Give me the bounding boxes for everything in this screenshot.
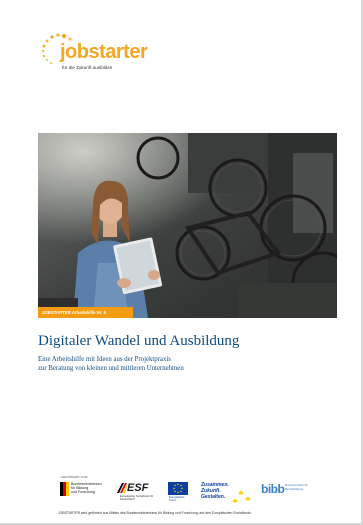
star-arc-icon — [232, 490, 251, 503]
bibb-wordmark: bibb — [261, 482, 285, 496]
bike-workshop-image — [38, 133, 337, 318]
subtitle-line: Eine Arbeitshilfe mit Ideen aus der Proj… — [38, 356, 171, 363]
esf-subtitle: Europäischer Sozialfonds für Deutschland — [120, 495, 154, 501]
series-badge: JOBSTARTER Arbeitshilfe Nr. 6 — [38, 307, 133, 318]
bmbf-line: und Forschung — [71, 490, 95, 494]
zusammen-line: Gestalten. — [201, 494, 226, 500]
funded-by-label: GEFÖRDERT VOM — [61, 475, 88, 479]
eu-line: Union — [169, 498, 177, 503]
jobstarter-logo: jobstarter für die Zukunft ausbilden — [38, 30, 148, 76]
document-page: jobstarter für die Zukunft ausbilden JOB… — [0, 0, 363, 525]
esf-logo: ESF Europäischer Sozialfonds für Deutsch… — [117, 482, 163, 504]
funding-footnote: JOBSTARTER wird gefördert aus Mitteln de… — [58, 511, 252, 515]
eu-flag-icon — [168, 482, 188, 495]
bibb-line: Berufsbildung — [285, 486, 304, 491]
esf-stripes-icon — [117, 483, 127, 493]
logo-tagline: für die Zukunft ausbilden — [62, 65, 113, 70]
subtitle-line: zur Beratung von kleinen und mittleren U… — [38, 365, 184, 372]
zusammen-logo: Zusammen. Zukunft. Gestalten. — [201, 482, 256, 508]
document-subtitle: Eine Arbeitshilfe mit Ideen aus der Proj… — [38, 355, 318, 373]
logo-wordmark: jobstarter — [60, 41, 148, 63]
eu-logo: Europäische Union — [168, 482, 192, 504]
bmbf-logo: Bundesministerium für Bildung und Forsch… — [60, 482, 110, 504]
federal-eagle-icon — [60, 482, 69, 496]
bibb-logo: bibb Bundesinstitut für Berufsbildung — [261, 482, 317, 504]
document-title: Digitaler Wandel und Ausbildung — [38, 333, 240, 349]
esf-wordmark: ESF — [127, 482, 149, 494]
cover-photo — [38, 133, 337, 318]
